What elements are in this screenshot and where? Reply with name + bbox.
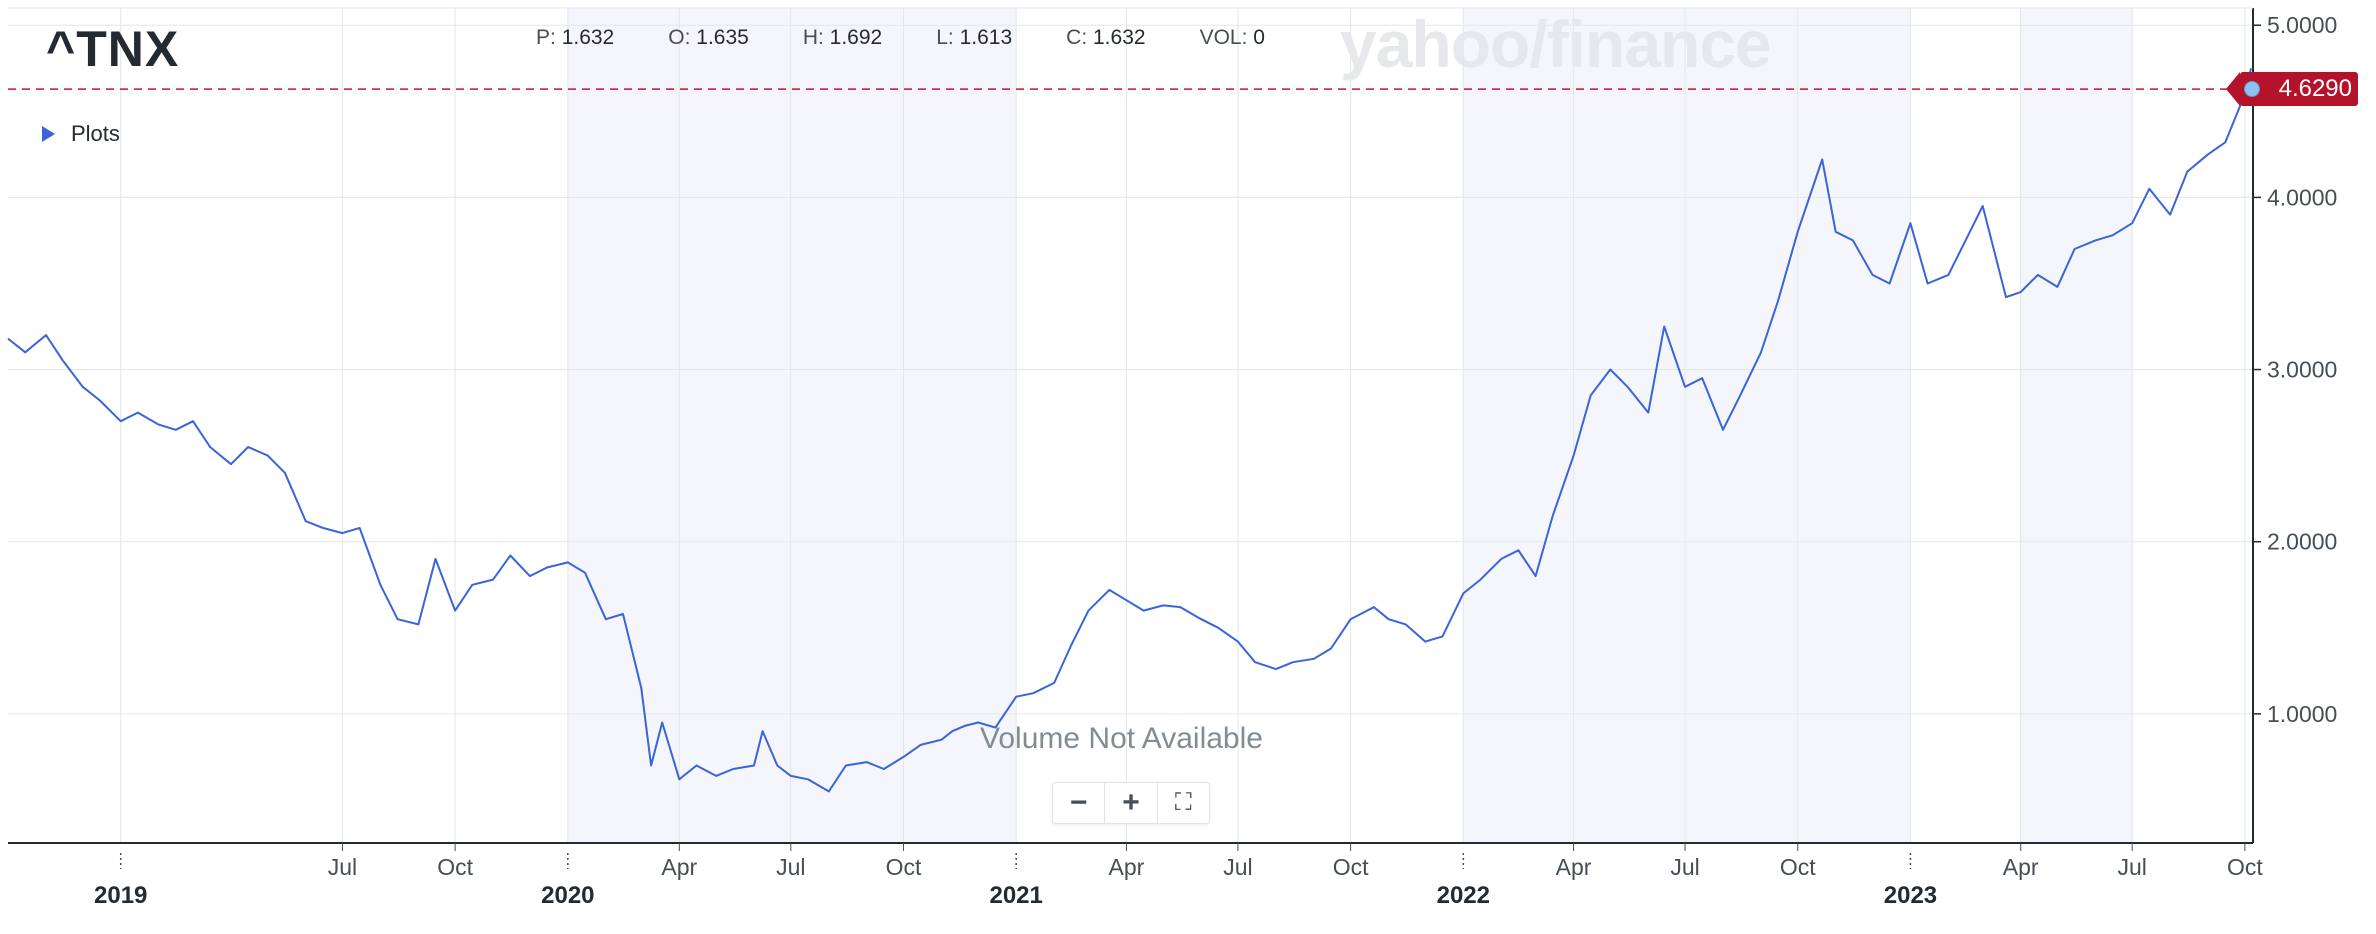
x-tick-label: Jul xyxy=(2117,854,2146,880)
x-tick-label-year: 2020 xyxy=(541,882,594,909)
x-tick-label: Oct xyxy=(886,854,922,880)
x-tick-label-year: 2021 xyxy=(989,882,1042,909)
zoom-controls: − + ⛶ xyxy=(1052,782,1210,824)
plots-toggle[interactable]: Plots xyxy=(42,121,120,147)
yahoo-finance-watermark: yahoo/finance xyxy=(1340,7,1772,81)
x-tick-label: Apr xyxy=(1556,854,1592,880)
x-tick-label: Oct xyxy=(437,854,473,880)
y-tick-label: 2.0000 xyxy=(2267,529,2337,555)
ohlc-close: C: 1.632 xyxy=(1066,26,1146,49)
plots-label: Plots xyxy=(71,121,120,146)
zoom-out-button[interactable]: − xyxy=(1053,783,1106,823)
x-tick-label-year: 2023 xyxy=(1884,882,1937,909)
y-tick-label: 3.0000 xyxy=(2267,357,2337,383)
x-tick-label: Oct xyxy=(2227,854,2263,880)
shaded-band-extra xyxy=(2020,8,2133,843)
x-tick-label-year: 2022 xyxy=(1437,882,1490,909)
x-tick-label: Jul xyxy=(328,854,357,880)
x-tick-label: Oct xyxy=(1333,854,1369,880)
x-tick-label: Oct xyxy=(1780,854,1816,880)
ohlc-volume: VOL: 0 xyxy=(1199,26,1265,49)
current-price-dot xyxy=(2244,81,2260,98)
x-tick-label: Apr xyxy=(2003,854,2039,880)
x-tick-label: Jul xyxy=(776,854,805,880)
y-tick-label: 1.0000 xyxy=(2267,701,2337,727)
ohlc-high: H: 1.692 xyxy=(802,26,883,49)
x-tick-label: Apr xyxy=(661,854,697,880)
x-tick-label-year: 2019 xyxy=(94,882,147,909)
series-line-tnx xyxy=(7,68,2252,793)
fullscreen-button[interactable]: ⛶ xyxy=(1158,783,1209,823)
y-tick-label: 4.0000 xyxy=(2267,184,2337,210)
x-tick-label: Apr xyxy=(1109,854,1145,880)
shaded-band-2020 xyxy=(567,8,1017,843)
x-tick-label: Jul xyxy=(1223,854,1252,880)
ohlc-open: O: 1.635 xyxy=(668,26,749,49)
ticker-symbol: ^TNX xyxy=(46,21,180,77)
volume-not-available-label: Volume Not Available xyxy=(980,722,1263,755)
x-tick-label: Jul xyxy=(1670,854,1699,880)
shaded-band-2022 xyxy=(1463,8,1911,843)
y-tick-label: 5.0000 xyxy=(2267,12,2337,38)
ohlc-low: L: 1.613 xyxy=(936,26,1013,49)
zoom-in-button[interactable]: + xyxy=(1105,783,1158,823)
expand-triangle-icon xyxy=(42,126,55,142)
ohlc-readout: P: 1.632 O: 1.635 H: 1.692 L: 1.613 C: 1… xyxy=(536,26,1319,50)
ohlc-price: P: 1.632 xyxy=(536,26,615,49)
